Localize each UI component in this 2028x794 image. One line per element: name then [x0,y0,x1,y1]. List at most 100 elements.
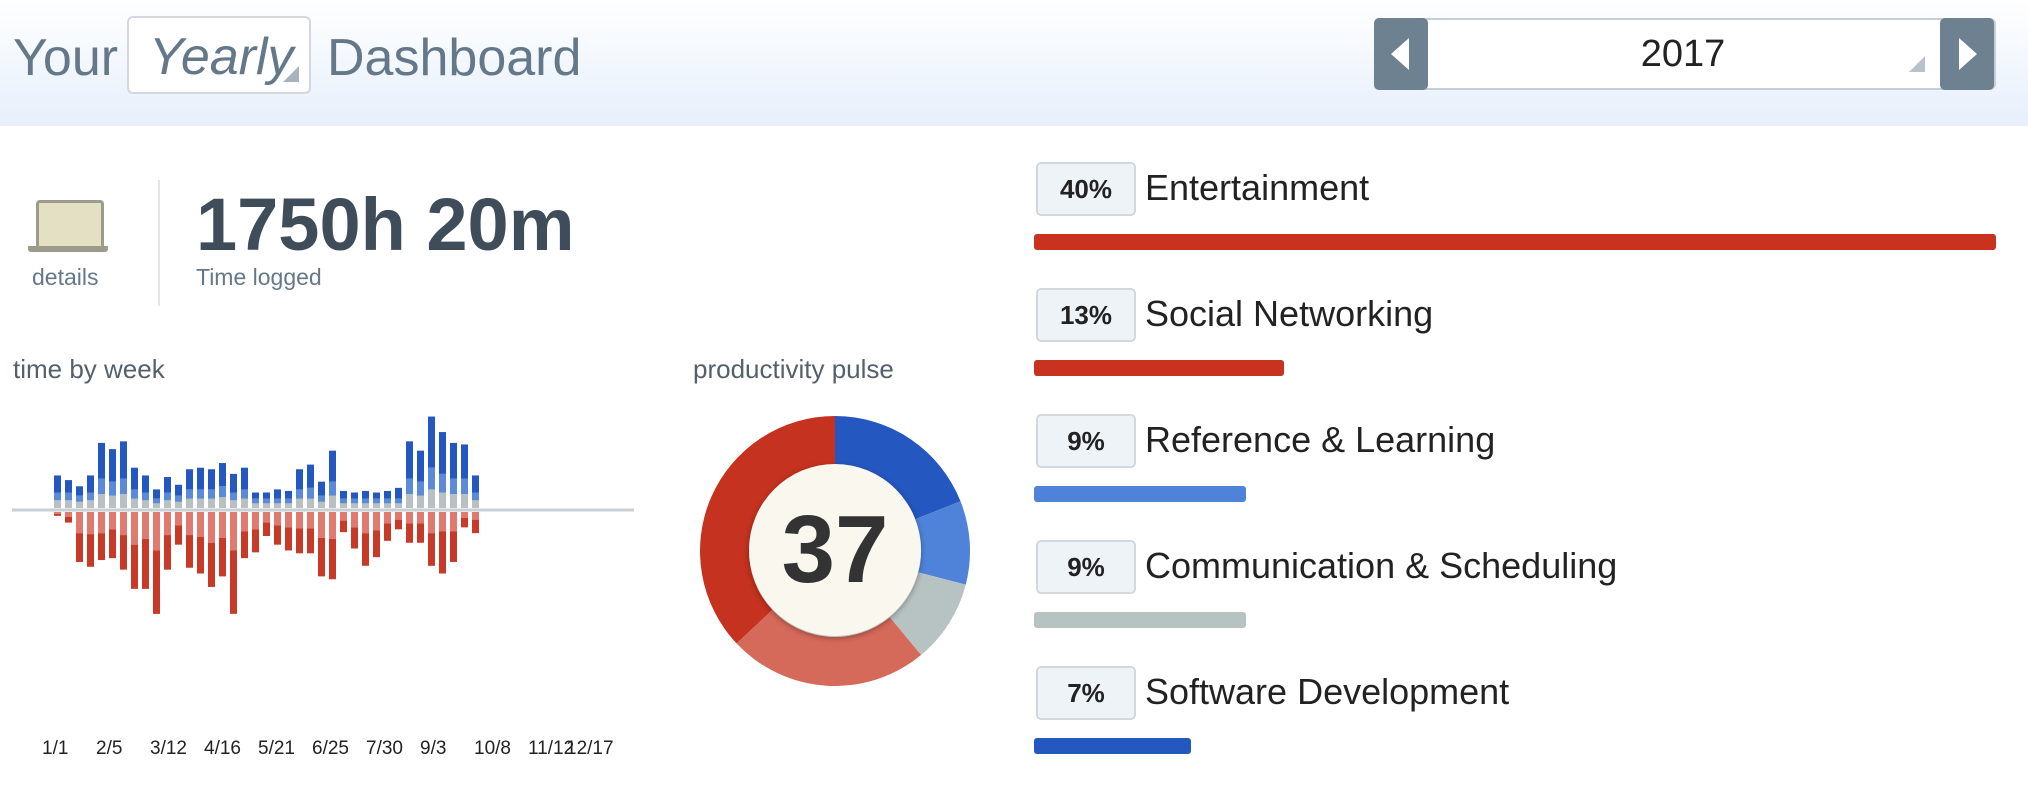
bar-very_productive[interactable] [450,442,457,479]
bar-distracting[interactable] [472,512,479,520]
bar-very_distracting[interactable] [406,523,413,543]
bar-distracting[interactable] [296,512,303,529]
bar-distracting[interactable] [120,512,127,536]
bar-neutral[interactable] [252,503,259,508]
bar-neutral[interactable] [54,500,61,508]
bar-productive[interactable] [285,498,292,504]
bar-neutral[interactable] [219,497,226,508]
bar-distracting[interactable] [219,512,226,538]
bar-very_distracting[interactable] [241,531,248,559]
bar-very_productive[interactable] [373,492,380,499]
bar-very_distracting[interactable] [65,516,72,523]
bar-productive[interactable] [362,498,369,504]
bar-neutral[interactable] [329,495,336,508]
bar-very_productive[interactable] [329,450,336,482]
bar-very_productive[interactable] [131,467,138,490]
bar-very_distracting[interactable] [395,519,402,530]
bar-distracting[interactable] [186,512,193,536]
bar-distracting[interactable] [175,512,182,526]
category-name[interactable]: Social Networking [1145,292,1433,336]
bar-distracting[interactable] [340,512,347,521]
bar-productive[interactable] [142,492,149,501]
bar-distracting[interactable] [241,512,248,532]
bar-very_productive[interactable] [439,432,446,474]
bar-distracting[interactable] [417,512,424,524]
bar-neutral[interactable] [98,494,105,508]
bar-productive[interactable] [219,486,226,498]
bar-productive[interactable] [406,478,413,495]
category-bar[interactable] [1034,486,1246,502]
bar-productive[interactable] [318,495,325,502]
bar-very_distracting[interactable] [186,535,193,568]
bar-productive[interactable] [120,478,127,495]
bar-neutral[interactable] [285,503,292,508]
bar-very_productive[interactable] [417,450,424,482]
bar-neutral[interactable] [406,494,413,508]
bar-productive[interactable] [274,498,281,504]
bar-neutral[interactable] [109,495,116,508]
prev-year-button[interactable] [1374,18,1428,90]
bar-very_distracting[interactable] [428,533,435,566]
bar-very_distracting[interactable] [98,533,105,561]
bar-neutral[interactable] [175,501,182,508]
bar-productive[interactable] [450,478,457,495]
bar-very_distracting[interactable] [373,530,380,558]
bar-productive[interactable] [296,489,303,499]
bar-neutral[interactable] [263,503,270,508]
bar-productive[interactable] [461,478,468,495]
bar-very_productive[interactable] [362,490,369,499]
bar-neutral[interactable] [274,503,281,508]
bar-neutral[interactable] [131,498,138,508]
bar-distracting[interactable] [384,512,391,524]
bar-productive[interactable] [472,492,479,501]
bar-distracting[interactable] [98,512,105,534]
bar-very_productive[interactable] [175,484,182,496]
bar-neutral[interactable] [153,503,160,508]
bar-very_productive[interactable] [76,486,83,496]
bar-distracting[interactable] [406,512,413,524]
bar-neutral[interactable] [318,501,325,508]
bar-distracting[interactable] [439,512,446,532]
bar-very_distracting[interactable] [417,523,424,543]
bar-very_productive[interactable] [307,464,314,488]
bar-productive[interactable] [428,467,435,490]
bar-neutral[interactable] [461,494,468,508]
bar-neutral[interactable] [164,500,171,508]
bar-very_productive[interactable] [384,490,391,499]
bar-neutral[interactable] [340,503,347,508]
bar-very_distracting[interactable] [472,519,479,534]
bar-very_distracting[interactable] [296,528,303,554]
bar-productive[interactable] [252,498,259,504]
bar-distracting[interactable] [274,512,281,526]
bar-very_productive[interactable] [54,475,61,493]
bar-very_productive[interactable] [285,490,292,499]
bar-distracting[interactable] [153,512,160,551]
bar-productive[interactable] [164,492,171,501]
bar-very_distracting[interactable] [439,531,446,574]
bar-productive[interactable] [153,498,160,504]
bar-very_productive[interactable] [252,492,259,499]
bar-neutral[interactable] [428,489,435,508]
bar-very_distracting[interactable] [131,544,138,589]
bar-distracting[interactable] [87,512,94,535]
bar-productive[interactable] [175,495,182,502]
bar-neutral[interactable] [439,492,446,509]
bar-very_productive[interactable] [208,469,215,490]
bar-productive[interactable] [87,492,94,501]
bar-neutral[interactable] [472,500,479,508]
bar-very_distracting[interactable] [450,531,457,562]
bar-distracting[interactable] [197,512,204,537]
bar-distracting[interactable] [373,512,380,531]
bar-productive[interactable] [54,492,61,501]
bar-productive[interactable] [241,489,248,499]
bar-very_distracting[interactable] [351,527,358,549]
bar-very_productive[interactable] [153,489,160,499]
bar-neutral[interactable] [450,494,457,508]
bar-very_productive[interactable] [219,463,226,487]
bar-very_distracting[interactable] [252,529,259,553]
bar-productive[interactable] [131,489,138,499]
bar-very_productive[interactable] [109,449,116,482]
bar-neutral[interactable] [296,498,303,508]
bar-productive[interactable] [109,481,116,496]
category-name[interactable]: Software Development [1145,670,1509,714]
